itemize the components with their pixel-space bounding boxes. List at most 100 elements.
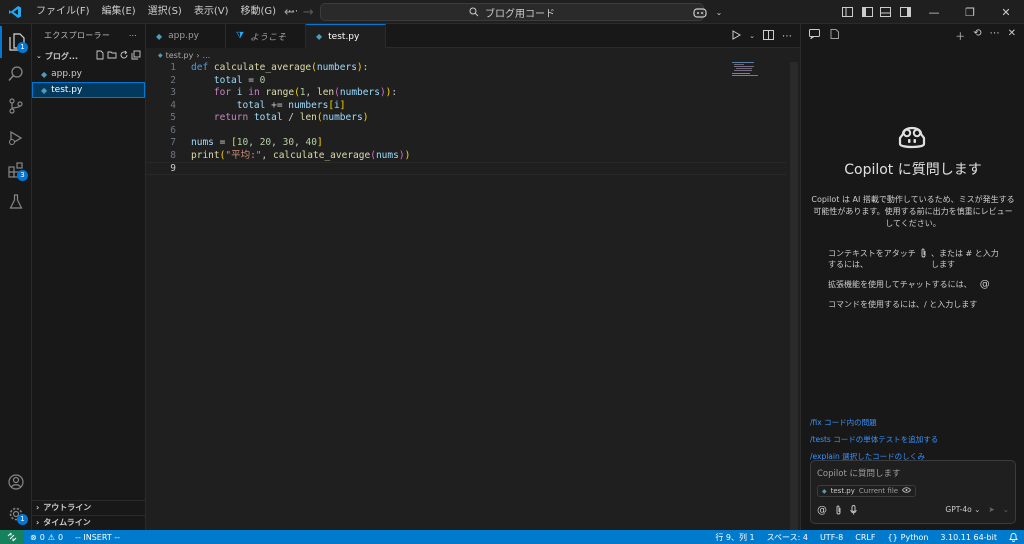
extensions-icon[interactable]: 3 <box>0 154 32 186</box>
mention-at-icon[interactable]: @ <box>817 505 827 518</box>
settings-gear-icon[interactable]: 1 <box>0 498 32 530</box>
line-number: 5 <box>170 112 176 123</box>
notifications-bell-icon[interactable] <box>1003 532 1024 542</box>
chevron-down-icon[interactable]: ⌄ <box>749 32 755 40</box>
encoding[interactable]: UTF-8 <box>814 533 849 542</box>
chevron-down-icon[interactable]: ⌄ <box>1003 505 1009 514</box>
command-tests[interactable]: /tests コードの単体テストを追加する <box>810 431 938 448</box>
more-actions-icon[interactable]: ⋯ <box>990 28 1000 43</box>
microphone-icon[interactable] <box>850 505 857 518</box>
context-file-chip[interactable]: ◆ test.py Current file <box>817 485 917 497</box>
close-icon[interactable]: ✕ <box>1008 28 1016 43</box>
menu-edit[interactable]: 編集(E) <box>96 0 142 24</box>
python-interpreter[interactable]: 3.10.11 64-bit <box>934 533 1003 542</box>
code-line[interactable]: 6 <box>146 125 786 138</box>
tab-test-py[interactable]: ◆ test.py <box>306 24 386 48</box>
source-control-icon[interactable] <box>0 90 32 122</box>
chevron-down-icon[interactable]: ⌄ <box>712 0 726 24</box>
run-debug-icon[interactable] <box>0 122 32 154</box>
tip-command: コマンドを使用するには、/ と入力します <box>828 299 1018 310</box>
minimize-icon[interactable]: — <box>916 0 952 24</box>
testing-flask-icon[interactable] <box>0 186 32 218</box>
send-icon[interactable]: ➤ <box>988 505 994 514</box>
new-chat-icon[interactable]: ＋ <box>955 28 965 43</box>
search-sidebar-icon[interactable] <box>0 58 32 90</box>
vertical-scrollbar[interactable] <box>790 62 798 530</box>
explorer-sidebar: エクスプローラー ⋯ ⌄ ブログ... ◆ app.py ◆ test.py ›… <box>32 24 146 530</box>
workspace-folder[interactable]: ⌄ ブログ... <box>32 46 145 66</box>
code-line[interactable]: 3 for i in range(1, len(numbers)): <box>146 87 786 100</box>
eye-icon[interactable] <box>902 487 912 495</box>
breadcrumb-file[interactable]: test.py <box>166 51 194 60</box>
minimap[interactable] <box>732 62 762 76</box>
chat-input-box[interactable]: Copilot に質問します ◆ test.py Current file @ … <box>810 460 1016 524</box>
tab-app-py[interactable]: ◆ app.py <box>146 24 226 48</box>
indentation[interactable]: スペース: 4 <box>761 532 814 543</box>
line-number: 2 <box>170 74 176 86</box>
forward-arrow-icon[interactable]: → <box>303 5 314 20</box>
model-picker[interactable]: GPT-4o ⌄ <box>945 505 980 514</box>
new-folder-icon[interactable] <box>107 50 117 62</box>
close-window-icon[interactable]: ✕ <box>988 0 1024 24</box>
suggested-commands: /fix コード内の問題 /tests コードの単体テストを追加する /expl… <box>810 414 938 465</box>
collapse-all-icon[interactable] <box>131 50 141 62</box>
code-line[interactable]: 4 total += numbers[i] <box>146 100 786 113</box>
toggle-secondary-sidebar-icon[interactable] <box>894 0 916 24</box>
refresh-icon[interactable] <box>119 50 129 62</box>
tab-label: ようこそ <box>250 32 287 43</box>
language-mode[interactable]: {} Python <box>881 533 934 542</box>
menu-file[interactable]: ファイル(F) <box>30 0 96 24</box>
command-fix[interactable]: /fix コード内の問題 <box>810 414 938 431</box>
cursor-position[interactable]: 行 9、列 1 <box>709 532 760 543</box>
toggle-panel-icon[interactable] <box>876 0 894 24</box>
remote-indicator-icon[interactable] <box>0 530 24 544</box>
file-item-app-py[interactable]: ◆ app.py <box>32 66 145 82</box>
paperclip-icon <box>920 248 927 261</box>
history-icon[interactable]: ⟲ <box>973 28 981 43</box>
copilot-icon[interactable] <box>688 0 712 24</box>
customize-layout-icon[interactable] <box>836 0 858 24</box>
code-editor[interactable]: 1 def calculate_average(numbers): 2 total… <box>146 62 786 175</box>
account-icon[interactable] <box>0 466 32 498</box>
code-line[interactable]: 8 print("平均:", calculate_average(nums)) <box>146 150 786 163</box>
code-line-current[interactable]: 9 <box>146 162 786 175</box>
menu-selection[interactable]: 選択(S) <box>142 0 188 24</box>
edits-tab-icon[interactable] <box>830 28 839 42</box>
menu-go[interactable]: 移動(G) <box>235 0 283 24</box>
code-line[interactable]: 7 nums = [10, 20, 30, 40] <box>146 137 786 150</box>
tab-label: test.py <box>328 31 360 42</box>
split-editor-icon[interactable] <box>763 29 774 43</box>
explorer-more-button[interactable]: ⋯ <box>129 31 137 40</box>
command-desc: コードの単体テストを追加する <box>833 435 939 444</box>
attach-paperclip-icon[interactable] <box>835 505 842 518</box>
explorer-title: エクスプローラー <box>44 30 111 40</box>
timeline-section[interactable]: › タイムライン <box>32 515 146 529</box>
command-desc: コード内の問題 <box>824 418 877 427</box>
extensions-badge: 3 <box>17 170 28 181</box>
menu-view[interactable]: 表示(V) <box>188 0 235 24</box>
problems-indicator[interactable]: ⊗ 0 ⚠ 0 <box>24 533 69 542</box>
new-file-icon[interactable] <box>95 50 105 62</box>
outline-section[interactable]: › アウトライン <box>32 500 146 514</box>
chat-tab-icon[interactable] <box>809 28 820 42</box>
run-python-icon[interactable] <box>731 29 742 43</box>
chat-input-placeholder[interactable]: Copilot に質問します <box>817 467 901 479</box>
code-line[interactable]: 1 def calculate_average(numbers): <box>146 62 786 75</box>
command-center-search[interactable]: ブログ用コード <box>320 3 704 21</box>
file-item-test-py[interactable]: ◆ test.py <box>32 82 145 98</box>
restore-icon[interactable]: ❐ <box>952 0 988 24</box>
breadcrumb-symbol[interactable]: ... <box>203 51 211 60</box>
back-arrow-icon[interactable]: ← <box>284 5 295 20</box>
timeline-label: タイムライン <box>43 518 91 527</box>
line-number: 6 <box>170 124 176 136</box>
settings-badge: 1 <box>17 514 28 525</box>
line-number: 1 <box>170 62 176 73</box>
more-actions-icon[interactable]: ⋯ <box>782 31 792 42</box>
code-line[interactable]: 5 return total / len(numbers) <box>146 112 786 125</box>
toggle-sidebar-icon[interactable] <box>858 0 876 24</box>
command-name: /fix <box>810 418 822 427</box>
code-line[interactable]: 2 total = 0 <box>146 75 786 88</box>
line-ending[interactable]: CRLF <box>849 533 881 542</box>
tab-welcome[interactable]: ⧩ ようこそ <box>226 24 306 48</box>
explorer-icon[interactable]: 1 <box>0 26 32 58</box>
